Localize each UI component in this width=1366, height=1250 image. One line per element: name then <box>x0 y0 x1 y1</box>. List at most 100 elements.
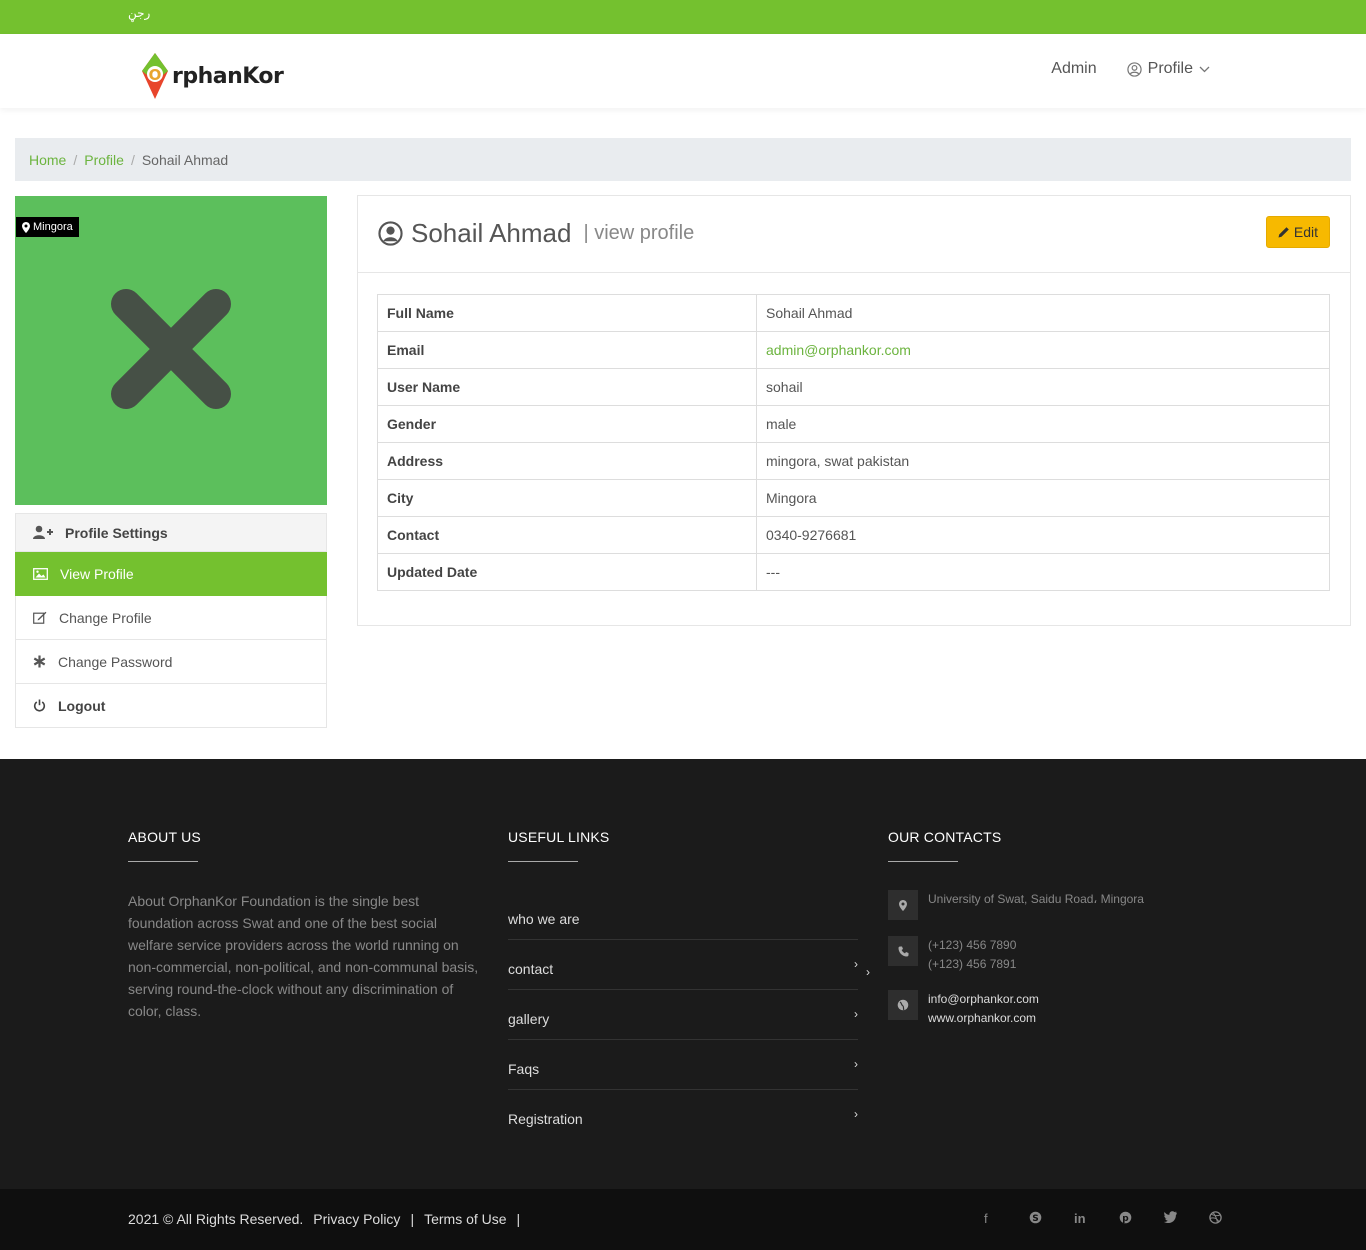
field-label: Updated Date <box>377 553 757 591</box>
contact-website[interactable]: www.orphankor.com <box>928 1009 1039 1028</box>
twitter-icon[interactable] <box>1164 1211 1209 1226</box>
sidebar-item-label: Change Profile <box>59 609 152 626</box>
navbar: O rphanKor Admin Profile <box>0 34 1366 108</box>
field-label: Contact <box>377 516 757 554</box>
language-switch[interactable]: رجڼ <box>128 6 150 20</box>
field-value: Sohail Ahmad <box>756 294 1330 332</box>
user-circle-icon <box>1126 61 1142 77</box>
nav-admin[interactable]: Admin <box>1051 60 1096 78</box>
phone-icon <box>888 936 918 966</box>
linkedin-icon[interactable]: in <box>1074 1211 1119 1226</box>
copyright-text: 2021 © All Rights Reserved. <box>128 1211 304 1227</box>
breadcrumb: Home / Profile / Sohail Ahmad <box>15 138 1351 181</box>
contact-address-text: University of Swat, Saidu Road، Mingora <box>928 892 1144 906</box>
privacy-policy-link[interactable]: Privacy Policy <box>313 1211 400 1227</box>
image-icon <box>33 567 48 580</box>
divider <box>508 861 578 862</box>
table-row: Updated Date --- <box>377 553 1330 591</box>
power-icon <box>33 699 46 712</box>
chevron-right-icon: › <box>854 1107 858 1121</box>
chevron-right-icon: › <box>854 1056 858 1071</box>
footer-link-label: who we are <box>508 910 580 927</box>
map-marker-icon <box>888 890 918 920</box>
footer-about-text: About OrphanKor Foundation is the single… <box>128 893 479 1019</box>
breadcrumb-separator: / <box>73 151 78 168</box>
field-label: Gender <box>377 405 757 443</box>
footer-about: ABOUT US About OrphanKor Foundation is t… <box>128 829 480 1022</box>
sidebar-item-change-profile[interactable]: Change Profile <box>15 596 327 640</box>
breadcrumb-separator: / <box>130 151 135 168</box>
table-row: User Name sohail <box>377 368 1330 406</box>
footer-links: USEFUL LINKS who we are contact › gallery… <box>508 829 858 1140</box>
sidebar-item-label: Profile Settings <box>65 524 168 541</box>
profile-photo: Mingora <box>15 196 327 505</box>
location-badge: Mingora <box>16 217 79 237</box>
profile-panel: Sohail Ahmad | view profile Edit Full Na… <box>357 195 1351 626</box>
logo-mark-icon: O <box>140 51 170 101</box>
brand-name: rphanKor <box>172 63 284 89</box>
field-value: mingora, swat pakistan <box>756 442 1330 480</box>
breadcrumb-profile[interactable]: Profile <box>84 152 124 168</box>
edit-button-label: Edit <box>1293 224 1318 240</box>
field-value: Mingora <box>756 479 1330 517</box>
contact-phone: (+123) 456 7890 (+123) 456 7891 <box>888 936 1144 974</box>
footer-link-gallery[interactable]: gallery › <box>508 990 858 1040</box>
table-row: Address mingora, swat pakistan <box>377 442 1330 480</box>
footer-link-label: contact <box>508 960 554 977</box>
table-row: Contact 0340-9276681 <box>377 516 1330 554</box>
field-label: City <box>377 479 757 517</box>
chevron-right-icon: › <box>854 1006 858 1021</box>
divider <box>128 861 198 862</box>
email-link[interactable]: admin@orphankor.com <box>756 331 1330 369</box>
footer-link-contact[interactable]: contact › <box>508 940 858 990</box>
breadcrumb-current: Sohail Ahmad <box>141 151 229 168</box>
globe-icon <box>888 990 918 1020</box>
footer-about-title: ABOUT US <box>128 829 201 845</box>
field-value: --- <box>756 553 1330 591</box>
footer-contacts: OUR CONTACTS University of Swat, Saidu R… <box>888 829 1144 1028</box>
footer-link-faqs[interactable]: Faqs › <box>508 1040 858 1090</box>
sidebar-item-label: View Profile <box>60 565 134 582</box>
sidebar-item-change-password[interactable]: Change Password <box>15 640 327 684</box>
edit-button[interactable]: Edit <box>1265 216 1330 248</box>
field-label: Address <box>377 442 757 480</box>
terms-of-use-link[interactable]: Terms of Use <box>424 1211 506 1227</box>
pinterest-icon[interactable]: p <box>1119 1211 1164 1226</box>
asterisk-icon <box>33 655 46 668</box>
footer-link-who-we-are[interactable]: who we are <box>508 890 858 940</box>
dribbble-icon[interactable] <box>1209 1211 1254 1226</box>
sidebar-item-logout[interactable]: Logout <box>15 684 327 728</box>
contact-web: info@orphankor.com www.orphankor.com <box>888 990 1144 1028</box>
contact-address: University of Swat, Saidu Road، Mingora <box>888 890 1144 920</box>
svg-text:S: S <box>1032 1214 1038 1224</box>
logo[interactable]: O rphanKor <box>140 50 284 102</box>
footer-contacts-title: OUR CONTACTS <box>888 829 1002 845</box>
contact-email[interactable]: info@orphankor.com <box>928 990 1039 1009</box>
pencil-icon <box>1278 227 1289 238</box>
table-row: Gender male <box>377 405 1330 443</box>
table-row: City Mingora <box>377 479 1330 517</box>
nav-profile-dropdown[interactable]: Profile <box>1126 60 1210 78</box>
copyright-bar: 2021 © All Rights Reserved. Privacy Poli… <box>0 1189 1366 1250</box>
chevron-down-icon <box>1199 66 1210 72</box>
field-value: male <box>756 405 1330 443</box>
panel-header: Sohail Ahmad | view profile Edit <box>358 196 1350 273</box>
broken-image-x-icon <box>111 289 231 409</box>
chevron-right-icon: › <box>854 956 858 971</box>
breadcrumb-home[interactable]: Home <box>29 152 66 168</box>
sidebar-item-profile-settings: Profile Settings <box>15 513 327 552</box>
map-marker-icon <box>22 221 30 233</box>
logo-letter: O <box>149 66 162 84</box>
footer-link-label: Registration <box>508 1111 583 1127</box>
skype-icon[interactable]: S <box>1029 1211 1074 1226</box>
sidebar-item-label: Logout <box>58 697 106 714</box>
svg-text:p: p <box>1122 1214 1129 1224</box>
table-row: Full Name Sohail Ahmad <box>377 294 1330 332</box>
social-links: f S in p <box>984 1211 1254 1226</box>
footer-link-registration[interactable]: Registration › <box>508 1090 858 1140</box>
sidebar-item-view-profile[interactable]: View Profile <box>15 552 327 596</box>
chevron-right-icon: › <box>866 965 870 979</box>
user-plus-icon <box>33 525 53 539</box>
edit-icon <box>33 611 47 624</box>
facebook-icon[interactable]: f <box>984 1211 1029 1226</box>
